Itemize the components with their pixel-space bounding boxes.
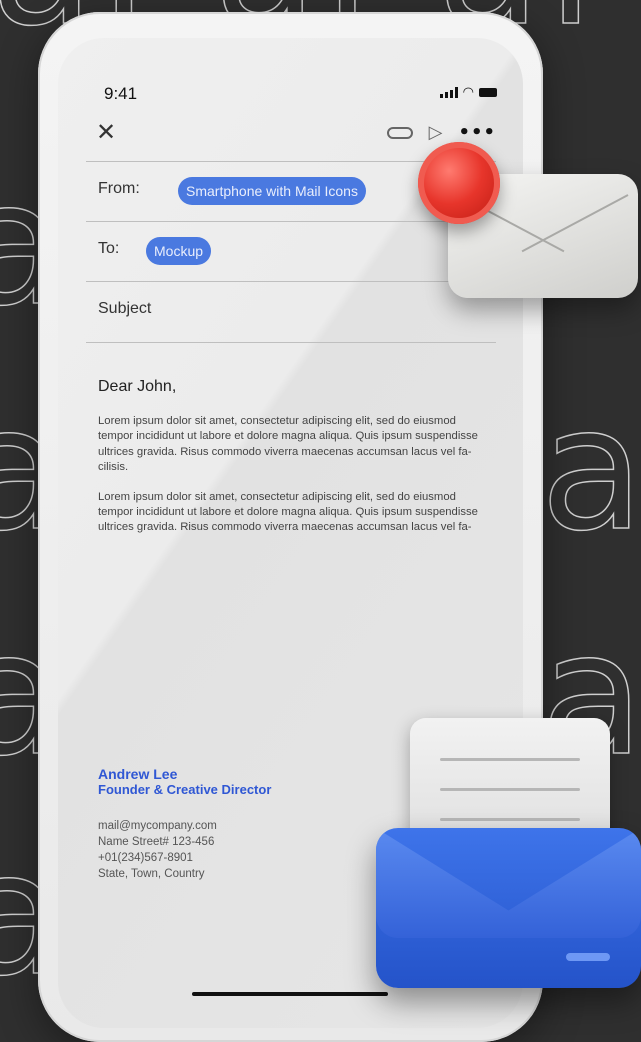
to-row[interactable]: To: Mockup bbox=[86, 221, 496, 282]
notification-badge-icon bbox=[418, 142, 500, 224]
more-icon[interactable]: ••• bbox=[458, 122, 496, 143]
compose-toolbar: ✕ ▷ ••• bbox=[96, 118, 496, 148]
wifi-icon: ◠ bbox=[462, 85, 474, 100]
status-time: 9:41 bbox=[104, 84, 138, 103]
status-icons: ◠ bbox=[439, 85, 497, 100]
signature-phone: +01(234)567-8901 bbox=[98, 852, 193, 864]
to-chip[interactable]: Mockup bbox=[146, 237, 212, 265]
greeting: Dear John, bbox=[98, 378, 177, 395]
message-body[interactable]: Dear John, Lorem ipsum dolor sit amet, c… bbox=[98, 378, 488, 550]
home-indicator[interactable] bbox=[192, 992, 388, 996]
from-chip[interactable]: Smartphone with Mail Icons bbox=[178, 177, 366, 205]
battery-icon bbox=[479, 88, 497, 97]
open-envelope-icon bbox=[376, 718, 641, 993]
signature-contact: mail@mycompany.com Name Street# 123-456 … bbox=[98, 818, 398, 882]
attachment-icon[interactable] bbox=[386, 126, 413, 139]
signature: Andrew Lee Founder & Creative Director m… bbox=[98, 766, 398, 882]
signature-title: Founder & Creative Director bbox=[98, 782, 272, 797]
signal-icon bbox=[439, 87, 458, 98]
to-label: To: bbox=[98, 240, 120, 257]
signature-name: Andrew Lee bbox=[98, 766, 178, 782]
subject-field[interactable]: Subject bbox=[98, 300, 151, 318]
close-icon[interactable]: ✕ bbox=[96, 118, 116, 146]
paragraph: Lorem ipsum dolor sit amet, consectetur … bbox=[98, 415, 478, 474]
signature-email: mail@mycompany.com bbox=[98, 820, 217, 832]
signature-location: State, Town, Country bbox=[98, 868, 205, 880]
signature-address: Name Street# 123-456 bbox=[98, 836, 215, 848]
toolbar-actions: ▷ ••• bbox=[386, 122, 496, 143]
paragraph: Lorem ipsum dolor sit amet, consectetur … bbox=[98, 490, 478, 534]
send-icon[interactable]: ▷ bbox=[429, 122, 443, 143]
background-decor: ai bbox=[539, 371, 641, 569]
subject-row[interactable]: Subject bbox=[86, 281, 496, 343]
from-label: From: bbox=[98, 180, 140, 197]
